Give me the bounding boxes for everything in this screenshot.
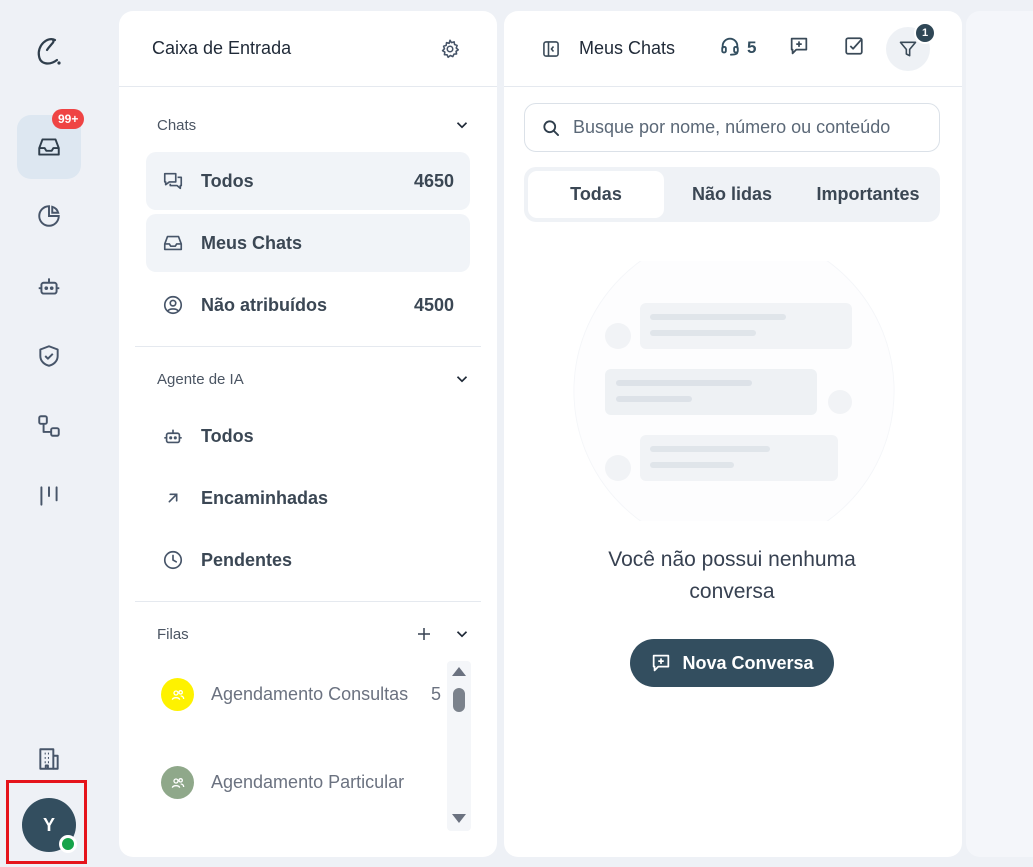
nav-security-button[interactable] bbox=[17, 324, 81, 388]
new-chat-icon bbox=[653, 654, 670, 672]
chats-item-nao-atribuidos[interactable]: Não atribuídos 4500 bbox=[146, 276, 470, 334]
queue-name: Agendamento Particular bbox=[211, 772, 405, 792]
new-conversation-label: Nova Conversa bbox=[682, 652, 814, 673]
section-divider bbox=[135, 601, 481, 602]
agent-item-pendentes[interactable]: Pendentes bbox=[146, 531, 470, 589]
inbox-title: Caixa de Entrada bbox=[152, 38, 292, 58]
scroll-down-arrow-icon[interactable] bbox=[451, 813, 467, 825]
user-circle-icon bbox=[163, 295, 183, 315]
headset-icon[interactable] bbox=[719, 35, 741, 57]
nav-flows-button[interactable] bbox=[17, 394, 81, 458]
inbox-icon bbox=[38, 138, 60, 156]
online-status-dot bbox=[59, 835, 77, 853]
queue-item-agendamento-particular[interactable]: Agendamento Particular bbox=[161, 766, 441, 799]
clock-icon bbox=[163, 550, 183, 570]
chats-item-label: Meus Chats bbox=[201, 232, 303, 253]
empty-conversations-illustration bbox=[573, 261, 895, 521]
user-initial: Y bbox=[42, 814, 55, 835]
search-icon bbox=[543, 119, 559, 136]
queue-count: 5 bbox=[430, 684, 441, 704]
queue-group-icon bbox=[161, 678, 194, 711]
tab-nao-lidas[interactable]: Não lidas bbox=[664, 171, 800, 218]
scroll-up-arrow-icon[interactable] bbox=[451, 665, 467, 677]
bot-icon bbox=[38, 278, 60, 295]
chevron-down-icon[interactable] bbox=[453, 116, 471, 134]
agent-item-label: Todos bbox=[201, 425, 254, 446]
new-conversation-button[interactable]: Nova Conversa bbox=[630, 639, 834, 687]
left-rail: 99+ Y bbox=[0, 0, 100, 867]
chats-title: Meus Chats bbox=[579, 38, 676, 58]
chevron-down-icon[interactable] bbox=[453, 625, 471, 643]
chats-item-count: 4500 bbox=[413, 294, 454, 315]
queues-section-label: Filas bbox=[157, 625, 189, 643]
chats-header: Meus Chats 5 1 bbox=[504, 11, 962, 87]
pie-chart-icon bbox=[38, 205, 60, 227]
app-logo-icon[interactable] bbox=[33, 34, 67, 70]
chats-item-todos[interactable]: Todos 4650 bbox=[146, 152, 470, 210]
chevron-down-icon[interactable] bbox=[453, 370, 471, 388]
chat-filter-tabs: Todas Não lidas Importantes bbox=[524, 167, 940, 222]
filter-icon bbox=[899, 41, 917, 57]
agent-section-label: Agente de IA bbox=[157, 370, 244, 388]
inbox-panel: Caixa de Entrada Chats Todos 4650 Meus C… bbox=[119, 11, 497, 857]
plus-icon[interactable] bbox=[415, 625, 433, 643]
checkbox-icon[interactable] bbox=[843, 35, 865, 57]
queues-section-header[interactable]: Filas bbox=[119, 619, 497, 649]
tab-importantes[interactable]: Importantes bbox=[800, 171, 936, 218]
agent-section-header[interactable]: Agente de IA bbox=[119, 364, 497, 394]
search-input[interactable] bbox=[573, 117, 923, 138]
nav-reports-button[interactable] bbox=[17, 184, 81, 248]
arrow-up-right-icon bbox=[168, 493, 178, 503]
agent-item-todos[interactable]: Todos bbox=[146, 407, 470, 465]
agents-online-count: 5 bbox=[747, 38, 757, 57]
workflow-icon bbox=[38, 415, 60, 437]
queue-name: Agendamento Consultas bbox=[211, 684, 409, 704]
chats-item-label: Não atribuídos bbox=[201, 294, 328, 315]
agent-item-label: Encaminhadas bbox=[201, 487, 329, 508]
kanban-icon bbox=[40, 486, 58, 506]
queue-item-agendamento-consultas[interactable]: Agendamento Consultas 5 bbox=[161, 678, 441, 711]
shield-check-icon bbox=[39, 345, 59, 367]
section-divider bbox=[135, 346, 481, 347]
chats-item-meus-chats[interactable]: Meus Chats bbox=[146, 214, 470, 272]
agent-item-encaminhadas[interactable]: Encaminhadas bbox=[146, 469, 470, 527]
inbox-icon bbox=[163, 235, 183, 251]
queue-group-icon bbox=[161, 766, 194, 799]
nav-kanban-button[interactable] bbox=[17, 464, 81, 528]
right-panel-edge bbox=[966, 11, 1033, 857]
settings-gear-icon[interactable] bbox=[439, 38, 461, 60]
chats-panel: Meus Chats 5 1 Todas Não lidas Important… bbox=[504, 11, 962, 857]
chats-item-count: 4650 bbox=[413, 170, 454, 191]
chats-item-label: Todos bbox=[201, 170, 254, 191]
nav-bots-button[interactable] bbox=[17, 254, 81, 318]
tab-todas[interactable]: Todas bbox=[528, 171, 664, 218]
new-chat-icon[interactable] bbox=[788, 35, 810, 57]
inbox-unread-badge: 99+ bbox=[52, 109, 85, 129]
building-icon bbox=[39, 748, 59, 770]
empty-state-message: Você não possui nenhuma conversa bbox=[608, 548, 856, 603]
chat-bubbles-icon bbox=[163, 172, 183, 190]
agent-item-label: Pendentes bbox=[201, 549, 293, 570]
bot-icon bbox=[164, 429, 182, 444]
scrollbar-thumb[interactable] bbox=[453, 688, 465, 712]
filter-count-badge: 1 bbox=[914, 22, 936, 44]
chats-section-label: Chats bbox=[157, 116, 197, 134]
chats-section-header[interactable]: Chats bbox=[119, 110, 497, 140]
search-box[interactable] bbox=[524, 103, 940, 152]
sidebar-collapse-icon[interactable] bbox=[541, 39, 561, 59]
inbox-header: Caixa de Entrada bbox=[119, 11, 497, 87]
queues-scrollbar[interactable] bbox=[447, 661, 471, 831]
